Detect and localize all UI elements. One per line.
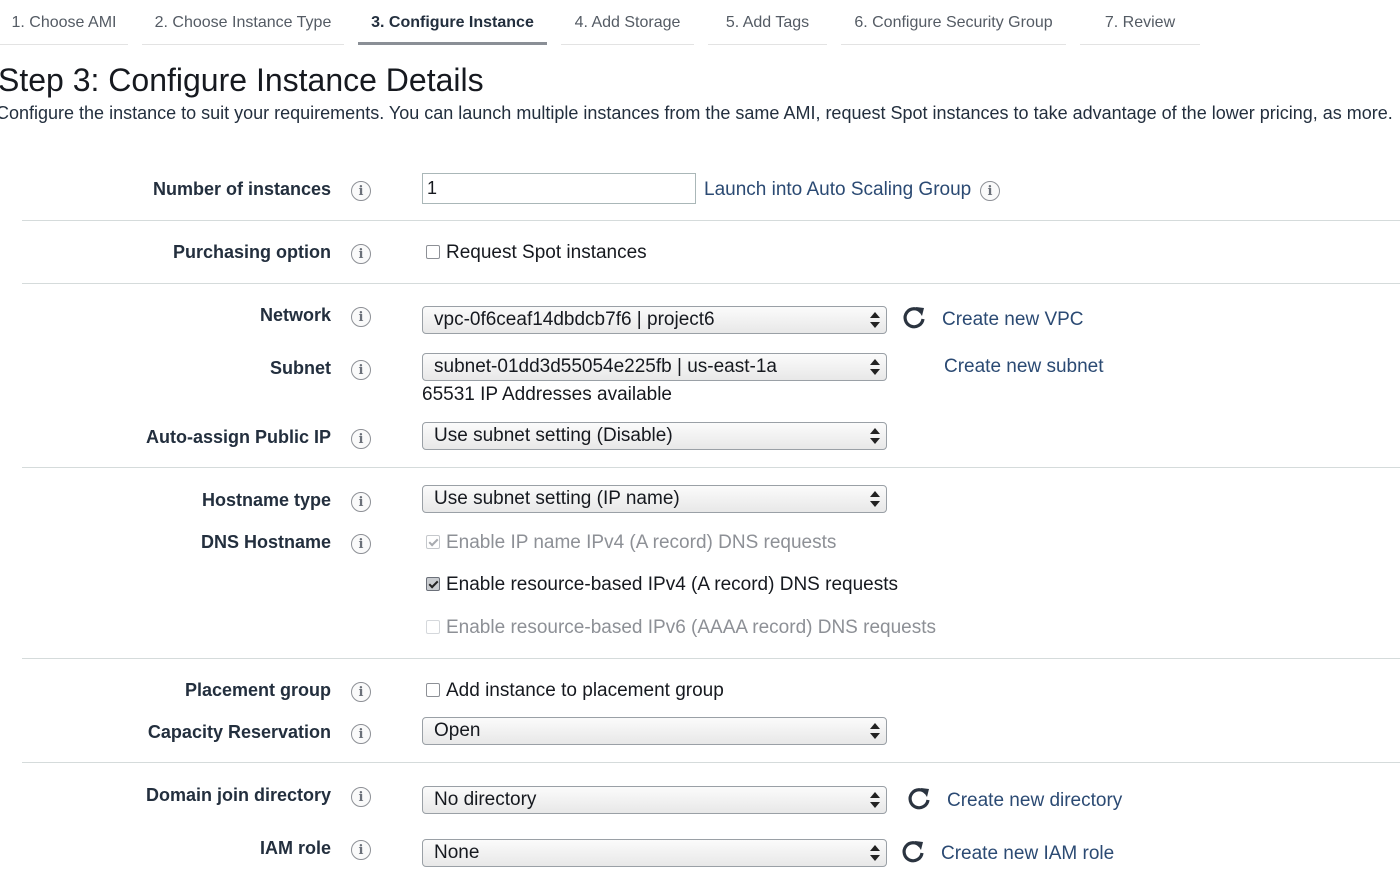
select-arrows-icon [870, 790, 880, 810]
section-divider [22, 658, 1400, 659]
purchasing-option-label: Purchasing option [172, 242, 331, 262]
number-of-instances-label: Number of instances [152, 179, 331, 199]
auto-assign-public-ip-label: Auto-assign Public IP [145, 427, 331, 447]
placement-group-label: Placement group [184, 680, 331, 700]
dns-resource-ipv4-label: Enable resource-based IPv4 (A record) DN… [446, 574, 898, 595]
section-divider [22, 467, 1400, 468]
refresh-icon[interactable] [901, 305, 927, 331]
subnet-ip-availability: 65531 IP Addresses available [422, 384, 672, 405]
create-new-directory-link[interactable]: Create new directory [947, 790, 1122, 812]
create-new-iam-role-link[interactable]: Create new IAM role [941, 843, 1114, 865]
info-icon[interactable] [351, 682, 371, 702]
page-title: Step 3: Configure Instance Details [0, 62, 484, 98]
create-new-vpc-link[interactable]: Create new VPC [942, 309, 1084, 331]
info-icon[interactable] [351, 492, 371, 512]
refresh-icon[interactable] [906, 786, 932, 812]
info-icon[interactable] [351, 840, 371, 860]
info-icon[interactable] [351, 429, 371, 449]
info-icon[interactable] [351, 360, 371, 380]
number-of-instances-input[interactable] [422, 173, 696, 204]
select-arrows-icon [870, 357, 880, 377]
refresh-icon[interactable] [900, 839, 926, 865]
iam-role-select[interactable]: None [422, 839, 887, 867]
subnet-label: Subnet [270, 358, 331, 378]
tab-choose-instance-type[interactable]: 2. Choose Instance Type [142, 0, 344, 45]
capacity-reservation-label: Capacity Reservation [147, 722, 331, 742]
domain-join-directory-value: No directory [434, 789, 537, 810]
tab-configure-instance[interactable]: 3. Configure Instance [358, 0, 547, 45]
info-icon[interactable] [351, 787, 371, 807]
info-icon[interactable] [351, 181, 371, 201]
info-icon[interactable] [351, 307, 371, 327]
subnet-select-value: subnet-01dd3d55054e225fb | us-east-1a [434, 356, 777, 377]
select-arrows-icon [870, 843, 880, 863]
section-divider [22, 220, 1400, 221]
dns-resource-ipv6-label: Enable resource-based IPv6 (AAAA record)… [446, 617, 937, 638]
dns-resource-ipv4-checkbox[interactable] [426, 577, 440, 591]
auto-assign-public-ip-value: Use subnet setting (Disable) [434, 425, 673, 446]
request-spot-instances-label: Request Spot instances [446, 242, 647, 263]
domain-join-directory-select[interactable]: No directory [422, 786, 887, 814]
select-arrows-icon [870, 721, 880, 741]
tab-add-storage[interactable]: 4. Add Storage [561, 0, 694, 45]
dns-ip-name-ipv4-label: Enable IP name IPv4 (A record) DNS reque… [446, 532, 837, 553]
tab-configure-security-group[interactable]: 6. Configure Security Group [841, 0, 1066, 45]
tab-choose-ami[interactable]: 1. Choose AMI [0, 0, 128, 45]
network-select[interactable]: vpc-0f6ceaf14dbdcb7f6 | project6 [422, 306, 887, 334]
create-new-subnet-link[interactable]: Create new subnet [944, 356, 1104, 378]
auto-assign-public-ip-select[interactable]: Use subnet setting (Disable) [422, 422, 887, 450]
placement-group-checkbox-label: Add instance to placement group [446, 680, 724, 701]
dns-resource-ipv6-checkbox [426, 620, 440, 634]
subnet-select[interactable]: subnet-01dd3d55054e225fb | us-east-1a [422, 353, 887, 381]
dns-ip-name-ipv4-checkbox [426, 535, 440, 549]
network-select-value: vpc-0f6ceaf14dbdcb7f6 | project6 [434, 309, 715, 330]
info-icon[interactable] [351, 534, 371, 554]
capacity-reservation-value: Open [434, 720, 481, 741]
info-icon[interactable] [980, 181, 1000, 201]
section-divider [22, 283, 1400, 284]
hostname-type-value: Use subnet setting (IP name) [434, 488, 680, 509]
hostname-type-select[interactable]: Use subnet setting (IP name) [422, 485, 887, 513]
launch-into-auto-scaling-group-link[interactable]: Launch into Auto Scaling Group [704, 179, 971, 201]
dns-hostname-label: DNS Hostname [200, 532, 331, 552]
info-icon[interactable] [351, 244, 371, 264]
wizard-tabs: 1. Choose AMI 2. Choose Instance Type 3.… [0, 0, 1400, 46]
placement-group-checkbox[interactable] [426, 683, 440, 697]
iam-role-value: None [434, 842, 480, 863]
section-divider [22, 762, 1400, 763]
tab-add-tags[interactable]: 5. Add Tags [708, 0, 827, 45]
select-arrows-icon [870, 489, 880, 509]
page-description: Configure the instance to suit your requ… [0, 103, 1393, 123]
domain-join-directory-label: Domain join directory [145, 785, 331, 805]
capacity-reservation-select[interactable]: Open [422, 717, 887, 745]
request-spot-instances-checkbox[interactable] [426, 245, 440, 259]
info-icon[interactable] [351, 724, 371, 744]
network-label: Network [259, 305, 331, 325]
hostname-type-label: Hostname type [201, 490, 331, 510]
iam-role-label: IAM role [259, 838, 331, 858]
select-arrows-icon [870, 426, 880, 446]
tab-review[interactable]: 7. Review [1080, 0, 1200, 45]
select-arrows-icon [870, 310, 880, 330]
